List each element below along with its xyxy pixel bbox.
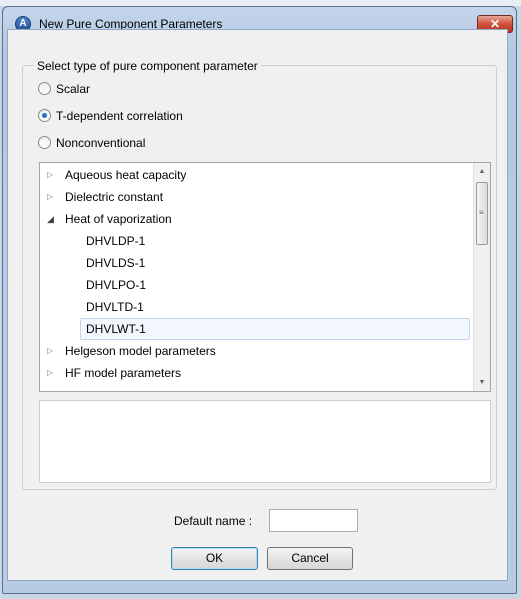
tree-node-label: DHVLDS-1 xyxy=(86,256,146,270)
tree-node-label: DHVLWT-1 xyxy=(86,322,146,336)
default-name-label: Default name : xyxy=(174,514,253,528)
collapsed-arrow-icon[interactable]: ▷ xyxy=(47,186,59,208)
tree-vertical-scrollbar[interactable]: ▲ ≡ ▼ xyxy=(473,163,490,391)
radio-button-icon[interactable] xyxy=(38,109,51,122)
radio-button-icon[interactable] xyxy=(38,136,51,149)
grip-icon: ≡ xyxy=(479,208,484,217)
tree-node-label: Helgeson model parameters xyxy=(65,344,216,358)
radio-button-icon[interactable] xyxy=(38,82,51,95)
group-legend: Select type of pure component parameter xyxy=(34,59,261,73)
scroll-up-arrow-icon[interactable]: ▲ xyxy=(474,163,490,180)
tree-leaf-dhvlwt-1[interactable]: DHVLWT-1 xyxy=(80,318,470,340)
tree-node-label: DHVLTD-1 xyxy=(86,300,144,314)
tree-node-label: Aqueous heat capacity xyxy=(65,168,187,182)
tree-node-label: DHVLPO-1 xyxy=(86,278,147,292)
tree-node-label: Heat of vaporization xyxy=(65,212,172,226)
tree-node-label: Dielectric constant xyxy=(65,190,164,204)
tree-node-label: HF model parameters xyxy=(65,366,182,380)
cancel-button[interactable]: Cancel xyxy=(267,547,353,570)
expanded-arrow-icon[interactable]: ◢ xyxy=(47,208,59,230)
tree-node-label: DHVLDP-1 xyxy=(86,234,146,248)
scrollbar-thumb[interactable]: ≡ xyxy=(476,182,488,245)
radio-label: Nonconventional xyxy=(56,136,146,150)
scroll-down-arrow-icon[interactable]: ▼ xyxy=(474,374,490,391)
default-name-input[interactable] xyxy=(269,509,358,532)
ok-button[interactable]: OK xyxy=(171,547,258,570)
description-box xyxy=(39,400,491,483)
collapsed-arrow-icon[interactable]: ▷ xyxy=(47,164,59,186)
radio-label: Scalar xyxy=(56,82,91,96)
radio-label: T-dependent correlation xyxy=(56,109,183,123)
parameter-tree[interactable]: ▷ Aqueous heat capacity ▷ Dielectric con… xyxy=(39,162,491,392)
collapsed-arrow-icon[interactable]: ▷ xyxy=(47,362,59,384)
collapsed-arrow-icon[interactable]: ▷ xyxy=(47,340,59,362)
